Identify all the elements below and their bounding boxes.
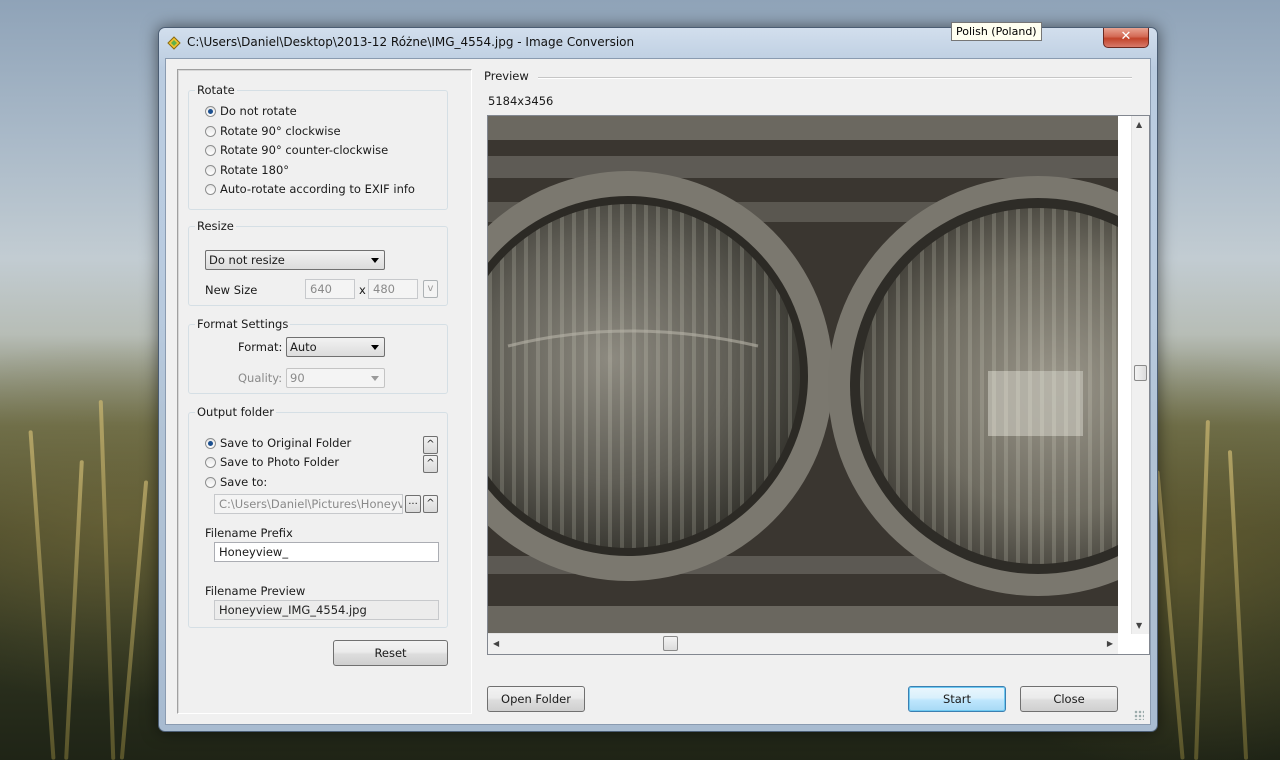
horizontal-scrollbar[interactable]: ◀ ▶: [488, 633, 1118, 654]
output-path-input[interactable]: C:\Users\Daniel\Pictures\Honeyview: [214, 494, 403, 514]
output-folder-label: Output folder: [195, 405, 276, 419]
filename-prefix-label: Filename Prefix: [205, 526, 293, 540]
quality-label: Quality:: [238, 371, 283, 385]
window-close-button[interactable]: ✕: [1103, 28, 1149, 48]
wheat-stalk: [1194, 420, 1210, 760]
radio-button-icon[interactable]: [205, 145, 216, 156]
resize-grip-icon[interactable]: [1134, 710, 1144, 720]
scroll-right-icon[interactable]: ▶: [1107, 639, 1113, 648]
preview-image[interactable]: [488, 116, 1118, 634]
resize-group-label: Resize: [195, 219, 236, 233]
radio-do-not-rotate[interactable]: Do not rotate: [205, 104, 297, 118]
radio-auto-rotate-exif[interactable]: Auto-rotate according to EXIF info: [205, 182, 415, 196]
preview-label: Preview: [484, 69, 529, 83]
resize-options-button[interactable]: v: [423, 280, 438, 298]
resize-width-input[interactable]: 640: [305, 279, 355, 299]
honeyview-app-icon: [167, 36, 181, 50]
filename-preview-value: Honeyview_IMG_4554.jpg: [214, 600, 439, 620]
image-conversion-window: C:\Users\Daniel\Desktop\2013-12 Różne\IM…: [158, 27, 1158, 732]
new-size-label: New Size: [205, 283, 258, 297]
resize-height-input[interactable]: 480: [368, 279, 418, 299]
vertical-scroll-thumb[interactable]: [1134, 365, 1147, 381]
wheat-stalk: [1155, 470, 1185, 760]
format-label: Format:: [238, 340, 283, 354]
format-value: Auto: [290, 340, 317, 354]
settings-panel: Rotate Do not rotate Rotate 90° clockwis…: [177, 69, 472, 714]
move-up-button[interactable]: ^: [423, 436, 438, 454]
radio-rotate-180[interactable]: Rotate 180°: [205, 163, 289, 177]
wheat-stalk: [98, 400, 116, 760]
chevron-up-icon: ^: [426, 458, 435, 469]
dialog-client-area: Rotate Do not rotate Rotate 90° clockwis…: [165, 58, 1151, 725]
dropdown-arrow-icon: [371, 258, 379, 263]
chevron-up-icon: ^: [426, 498, 435, 509]
vertical-scrollbar[interactable]: ▲ ▼: [1131, 116, 1149, 634]
quality-value: 90: [290, 371, 305, 385]
close-button[interactable]: Close: [1020, 686, 1118, 712]
radio-button-icon[interactable]: [205, 165, 216, 176]
radio-label: Save to:: [220, 475, 268, 489]
format-select[interactable]: Auto: [286, 337, 385, 357]
rotate-group-label: Rotate: [195, 83, 237, 97]
preview-viewer[interactable]: ▲ ▼ ◀ ▶: [487, 115, 1150, 655]
resize-group: Resize Do not resize New Size 640 x 480 …: [188, 219, 448, 306]
browse-folder-button[interactable]: ...: [405, 495, 421, 513]
window-title: C:\Users\Daniel\Desktop\2013-12 Różne\IM…: [187, 35, 635, 49]
resize-mode-select[interactable]: Do not resize: [205, 250, 385, 270]
filename-preview-label: Filename Preview: [205, 584, 306, 598]
radio-label: Rotate 90° counter-clockwise: [220, 143, 389, 157]
radio-rotate-90-ccw[interactable]: Rotate 90° counter-clockwise: [205, 143, 388, 157]
reset-button[interactable]: Reset: [333, 640, 448, 666]
radio-label: Save to Original Folder: [220, 436, 352, 450]
quality-select[interactable]: 90: [286, 368, 385, 388]
move-up-button[interactable]: ^: [423, 455, 438, 473]
filename-prefix-input[interactable]: Honeyview_: [214, 542, 439, 562]
dropdown-arrow-icon: [371, 345, 379, 350]
image-dimensions: 5184x3456: [488, 94, 554, 108]
size-separator: x: [359, 283, 366, 297]
open-folder-button[interactable]: Open Folder: [487, 686, 585, 712]
radio-button-checked-icon[interactable]: [205, 438, 216, 449]
radio-button-icon[interactable]: [205, 184, 216, 195]
wheat-stalk: [119, 480, 149, 760]
headlight-photo: [488, 116, 1118, 634]
output-folder-group: Output folder Save to Original Folder ^ …: [188, 405, 448, 628]
radio-label: Rotate 180°: [220, 163, 290, 177]
radio-button-icon[interactable]: [205, 457, 216, 468]
radio-save-original-folder[interactable]: Save to Original Folder: [205, 436, 351, 450]
wheat-stalk: [1227, 450, 1249, 760]
start-button[interactable]: Start: [908, 686, 1006, 712]
scroll-left-icon[interactable]: ◀: [493, 639, 499, 648]
close-icon: ✕: [1120, 29, 1132, 44]
format-settings-group: Format Settings Format: Auto Quality: 90: [188, 317, 448, 394]
chevron-up-icon: ^: [426, 439, 435, 450]
radio-label: Save to Photo Folder: [220, 455, 340, 469]
radio-button-icon[interactable]: [205, 477, 216, 488]
language-tooltip: Polish (Poland): [951, 22, 1042, 41]
radio-button-icon[interactable]: [205, 126, 216, 137]
move-up-button[interactable]: ^: [423, 495, 438, 513]
resize-mode-value: Do not resize: [209, 253, 285, 267]
preview-divider: [538, 77, 1132, 79]
wheat-stalk: [64, 460, 84, 760]
radio-save-to[interactable]: Save to:: [205, 475, 267, 489]
horizontal-scroll-thumb[interactable]: [663, 636, 678, 651]
scroll-up-icon[interactable]: ▲: [1136, 120, 1142, 129]
rotate-group: Rotate Do not rotate Rotate 90° clockwis…: [188, 83, 448, 210]
radio-button-checked-icon[interactable]: [205, 106, 216, 117]
radio-label: Auto-rotate according to EXIF info: [220, 182, 415, 196]
format-settings-label: Format Settings: [195, 317, 291, 331]
dropdown-arrow-icon: [371, 376, 379, 381]
radio-rotate-90-cw[interactable]: Rotate 90° clockwise: [205, 124, 341, 138]
wheat-stalk: [28, 430, 56, 760]
radio-label: Rotate 90° clockwise: [220, 124, 341, 138]
scroll-down-icon[interactable]: ▼: [1136, 621, 1142, 630]
radio-save-photo-folder[interactable]: Save to Photo Folder: [205, 455, 339, 469]
radio-label: Do not rotate: [220, 104, 297, 118]
